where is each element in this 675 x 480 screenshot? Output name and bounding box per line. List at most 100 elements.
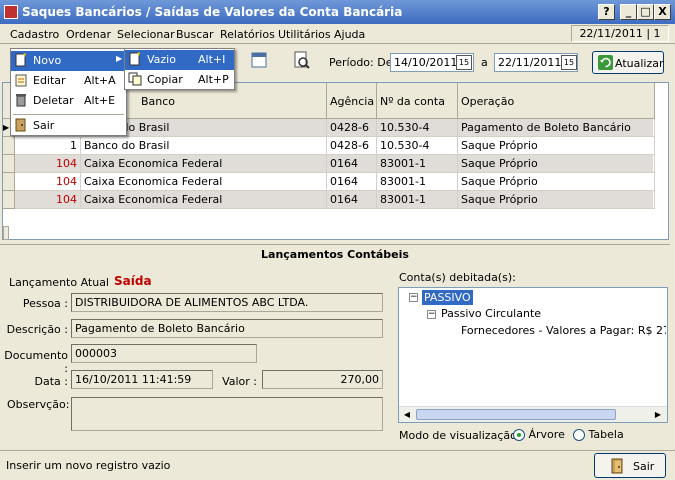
print-preview-icon[interactable]: [292, 51, 312, 71]
grid-scroll-handle[interactable]: [3, 226, 9, 240]
exit-door-icon: [15, 118, 26, 132]
scroll-thumb[interactable]: [416, 409, 616, 420]
cadastro-menu: Novo ▶ Editar Alt+A Deletar Alt+E Sair: [10, 48, 127, 136]
menu-ordenar[interactable]: Ordenar: [66, 28, 111, 41]
grid-header-conta[interactable]: Nº da conta: [377, 83, 458, 119]
period-label: Período: De: [329, 56, 393, 69]
valor-field[interactable]: 270,00: [262, 370, 383, 389]
cell-agencia: 0164: [327, 173, 377, 191]
menu-item-sair[interactable]: Sair: [11, 116, 126, 136]
tree-node-circulante[interactable]: Passivo Circulante: [441, 307, 541, 320]
submenu-item-copiar[interactable]: Copiar Alt+P: [125, 70, 234, 90]
radio-arvore[interactable]: Árvore: [513, 428, 565, 441]
descricao-label: Descrição :: [6, 323, 68, 336]
cell-banco: Banco do Brasil: [81, 137, 327, 155]
row-indicator[interactable]: [3, 155, 15, 173]
menu-utilitarios[interactable]: Utilitários: [278, 28, 331, 41]
cell-conta: 10.530-4: [377, 137, 458, 155]
observacao-field[interactable]: [71, 397, 383, 431]
radio-arvore-indicator[interactable]: [513, 429, 525, 441]
sair-button[interactable]: Sair: [594, 453, 666, 478]
collapse-circulante-icon[interactable]: −: [427, 310, 436, 319]
scroll-left-icon[interactable]: ◀: [400, 408, 414, 421]
date-from-value: 14/10/2011: [394, 56, 458, 69]
date-separator: a: [481, 56, 488, 69]
cell-operacao: Saque Próprio: [458, 137, 655, 155]
menu-relatorios[interactable]: Relatórios: [220, 28, 275, 41]
radio-tabela[interactable]: Tabela: [573, 428, 624, 441]
contas-tree[interactable]: − PASSIVO − Passivo Circulante Fornecedo…: [398, 287, 668, 423]
blank-doc-icon: [129, 52, 140, 66]
cell-operacao: Saque Próprio: [458, 155, 655, 173]
submenu-item-vazio-label: Vazio: [147, 53, 176, 66]
documento-value: 000003: [75, 347, 117, 360]
novo-submenu: Vazio Alt+I Copiar Alt+P: [124, 48, 235, 90]
table-row[interactable]: 104 Caixa Economica Federal 0164 83001-1 Saq…: [3, 191, 655, 209]
date-to-value: 22/11/2011: [498, 56, 562, 69]
row-indicator[interactable]: [3, 173, 15, 191]
table-row[interactable]: 104 Caixa Economica Federal 0164 83001-1 Saq…: [3, 173, 655, 191]
tree-hscrollbar[interactable]: ◀ ▶: [399, 406, 667, 422]
refresh-label: Atualizar: [615, 57, 664, 70]
calendar-from-icon[interactable]: 15: [456, 55, 472, 70]
calendar-to-icon[interactable]: 15: [561, 55, 577, 70]
tree-node-fornecedores[interactable]: Fornecedores - Valores a Pagar: R$ 270,0…: [461, 324, 666, 337]
new-doc-icon: [15, 53, 26, 67]
minimize-button[interactable]: _: [620, 4, 637, 20]
menu-item-novo[interactable]: Novo ▶: [11, 51, 126, 71]
status-bar: Inserir um novo registro vazio Sair: [0, 450, 675, 480]
menu-item-editar-label: Editar: [33, 74, 66, 87]
modo-label: Modo de visualização:: [399, 429, 521, 442]
row-indicator[interactable]: [3, 137, 15, 155]
layout-icon[interactable]: [250, 51, 270, 71]
pessoa-field[interactable]: DISTRIBUIDORA DE ALIMENTOS ABC LTDA.: [71, 293, 383, 312]
lancamento-atual-value: Saída: [114, 274, 152, 288]
contas-label: Conta(s) debitada(s):: [399, 271, 516, 284]
documento-label: Documento :: [4, 349, 68, 375]
cell-conta: 83001-1: [377, 191, 458, 209]
cell-code: 104: [15, 173, 81, 191]
valor-label: Valor :: [222, 375, 257, 388]
date-info-panel: 22/11/2011 | 1: [571, 25, 669, 42]
menu-item-sair-label: Sair: [33, 119, 55, 132]
data-value: 16/10/2011 11:41:59: [75, 373, 192, 386]
pessoa-label: Pessoa :: [22, 297, 68, 310]
menu-buscar[interactable]: Buscar: [176, 28, 214, 41]
trash-icon: [16, 94, 26, 107]
radio-tabela-label: Tabela: [588, 428, 624, 441]
grid-header-operacao[interactable]: Operação: [458, 83, 655, 119]
maximize-button[interactable]: □: [637, 4, 654, 20]
documento-field[interactable]: 000003: [71, 344, 257, 363]
menu-separator: [13, 114, 124, 115]
menu-selecionar[interactable]: Selecionar: [117, 28, 175, 41]
app-icon: [4, 5, 18, 19]
table-row[interactable]: 104 Caixa Economica Federal 0164 83001-1 Saq…: [3, 155, 655, 173]
grid-header-banco-label: Banco: [141, 95, 176, 108]
cell-banco: Caixa Economica Federal: [81, 155, 327, 173]
menu-ajuda[interactable]: Ajuda: [334, 28, 365, 41]
scroll-right-icon[interactable]: ▶: [651, 408, 665, 421]
radio-tabela-indicator[interactable]: [573, 429, 585, 441]
cell-operacao: Pagamento de Boleto Bancário: [458, 119, 655, 137]
cell-agencia: 0164: [327, 155, 377, 173]
tree-node-passivo[interactable]: PASSIVO: [422, 290, 473, 305]
exit-door-icon: [611, 458, 623, 474]
data-label: Data :: [34, 375, 68, 388]
row-indicator[interactable]: [3, 191, 15, 209]
descricao-field[interactable]: Pagamento de Boleto Bancário: [71, 319, 383, 338]
menu-item-editar[interactable]: Editar Alt+A: [11, 71, 126, 91]
submenu-item-vazio[interactable]: Vazio Alt+I: [125, 50, 234, 70]
data-field[interactable]: 16/10/2011 11:41:59: [71, 370, 213, 389]
table-row[interactable]: 1 Banco do Brasil 0428-6 10.530-4 Saque Próp…: [3, 137, 655, 155]
cell-conta: 83001-1: [377, 155, 458, 173]
close-button[interactable]: X: [654, 4, 671, 20]
help-button[interactable]: ?: [598, 4, 615, 20]
cell-conta: 83001-1: [377, 173, 458, 191]
collapse-passivo-icon[interactable]: −: [409, 293, 418, 302]
menu-item-editar-shortcut: Alt+A: [84, 74, 116, 87]
menu-cadastro[interactable]: Cadastro: [10, 28, 59, 41]
refresh-button[interactable]: Atualizar: [592, 51, 664, 74]
menu-item-deletar[interactable]: Deletar Alt+E: [11, 91, 126, 111]
grid-header-agencia[interactable]: Agência: [327, 83, 377, 119]
valor-value: 270,00: [340, 373, 380, 386]
